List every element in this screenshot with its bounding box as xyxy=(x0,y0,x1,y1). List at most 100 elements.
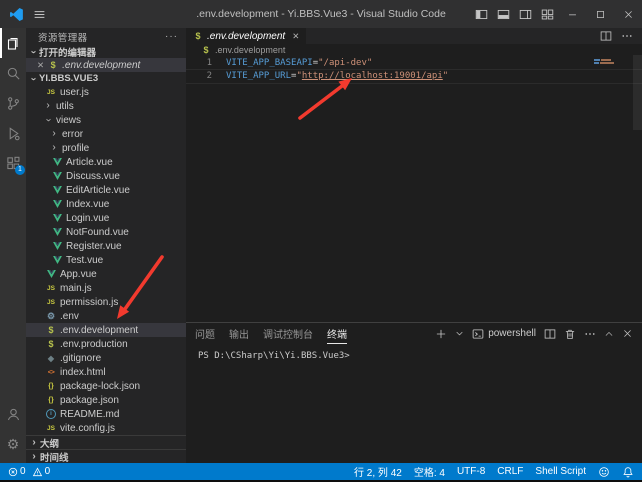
tree-item-article-vue[interactable]: Article.vue xyxy=(26,155,186,169)
env-file-icon: $ xyxy=(201,45,211,55)
tree-item-env[interactable]: ⚙.env xyxy=(26,309,186,323)
project-root-header[interactable]: › YI.BBS.VUE3 xyxy=(26,72,186,85)
feedback-icon xyxy=(598,466,610,478)
code-line-2[interactable]: 2VITE_APP_URL="http://localhost:19001/ap… xyxy=(186,70,642,83)
status-item-4[interactable]: 空格: 4 xyxy=(414,464,445,479)
tree-item-editarticle-vue[interactable]: EditArticle.vue xyxy=(26,183,186,197)
problems-status[interactable]: 0 0 xyxy=(8,466,50,477)
window-control-minimize-icon[interactable] xyxy=(558,0,586,28)
vue-file-icon xyxy=(52,228,62,236)
activity-item-account[interactable] xyxy=(0,399,26,429)
editor-scrollbar[interactable] xyxy=(633,55,642,130)
split-terminal-icon[interactable] xyxy=(544,328,556,340)
chevron-collapsed-icon: › xyxy=(30,452,38,462)
tree-item-register-vue[interactable]: Register.vue xyxy=(26,239,186,253)
activity-item-files[interactable] xyxy=(0,28,26,58)
file-label: user.js xyxy=(60,87,89,98)
tree-item-index-html[interactable]: <> index.html xyxy=(26,365,186,379)
tree-item-discuss-vue[interactable]: Discuss.vue xyxy=(26,169,186,183)
vscode-logo-icon xyxy=(9,7,24,22)
file-label: views xyxy=(56,115,81,126)
tree-item-index-vue[interactable]: Index.vue xyxy=(26,197,186,211)
close-icon[interactable] xyxy=(622,328,633,339)
dollar-file-icon: $ xyxy=(46,325,56,335)
code-line-1[interactable]: 1VITE_APP_BASEAPI="/api-dev" xyxy=(186,57,642,70)
tree-item-notfound-vue[interactable]: NotFound.vue xyxy=(26,225,186,239)
add-terminal-icon[interactable] xyxy=(435,328,447,340)
close-icon[interactable]: ✕ xyxy=(37,60,44,71)
activity-item-settings-gear[interactable]: ⚙ xyxy=(0,429,26,459)
tree-item-vite-config-js[interactable]: JSvite.config.js xyxy=(26,421,186,435)
status-feedback-icon[interactable] xyxy=(598,466,610,478)
tree-item-profile[interactable]: ›profile xyxy=(26,141,186,155)
tree-item-app-vue[interactable]: App.vue xyxy=(26,267,186,281)
tree-item-error[interactable]: ›error xyxy=(26,127,186,141)
tab-close-icon[interactable]: ✕ xyxy=(292,31,299,42)
tree-item-permission-js[interactable]: JSpermission.js xyxy=(26,295,186,309)
html-file-icon: <> xyxy=(46,369,56,376)
menu-icon[interactable] xyxy=(33,8,46,21)
sidebar-section-timeline[interactable]: › 时间线 xyxy=(26,449,186,463)
url-link[interactable]: http://localhost:19001/api xyxy=(302,70,443,83)
status-item-utf-8[interactable]: UTF-8 xyxy=(457,466,485,477)
window-control-layout-panel-icon[interactable] xyxy=(492,0,514,28)
tree-item-login-vue[interactable]: Login.vue xyxy=(26,211,186,225)
file-label: vite.config.js xyxy=(60,423,115,434)
window-control-layout-sidebar-icon[interactable] xyxy=(470,0,492,28)
status-bell-icon[interactable] xyxy=(622,466,634,478)
sidebar-more-actions[interactable]: ··· xyxy=(165,31,178,42)
terminal-view[interactable]: PS D:\CSharp\Yi\Yi.BBS.Vue3> xyxy=(186,344,642,463)
tree-item-user-js[interactable]: JSuser.js xyxy=(26,85,186,99)
chevron-down-icon[interactable] xyxy=(455,329,464,338)
status-item-2-42[interactable]: 行 2, 列 42 xyxy=(354,464,402,479)
vue-file-icon xyxy=(52,200,62,208)
terminal-shell-selector[interactable]: powershell xyxy=(472,328,536,340)
window-control-customize-layout-icon[interactable] xyxy=(536,0,558,28)
tree-item-env-development[interactable]: $.env.development xyxy=(26,323,186,337)
title-bar: .env.development - Yi.BBS.Vue3 - Visual … xyxy=(0,0,642,28)
activity-item-search[interactable] xyxy=(0,58,26,88)
window-control-maximize-icon[interactable] xyxy=(586,0,614,28)
settings-gear-icon: ⚙ xyxy=(7,437,20,451)
window-control-close-icon[interactable] xyxy=(614,0,642,28)
open-editors-header[interactable]: › 打开的编辑器 xyxy=(26,45,186,58)
file-label: NotFound.vue xyxy=(66,227,129,238)
open-editor-item[interactable]: ✕ $ .env.development xyxy=(26,58,186,72)
panel-tab-[interactable]: 调试控制台 xyxy=(263,323,313,344)
terminal-prompt: PS D:\CSharp\Yi\Yi.BBS.Vue3> xyxy=(198,351,350,361)
code-editor[interactable]: 1VITE_APP_BASEAPI="/api-dev" 2VITE_APP_U… xyxy=(186,55,642,322)
file-label: Register.vue xyxy=(66,241,122,252)
status-item-crlf[interactable]: CRLF xyxy=(497,466,523,477)
trash-icon[interactable] xyxy=(564,328,576,340)
tree-item-utils[interactable]: ›utils xyxy=(26,99,186,113)
activity-item-run-debug[interactable] xyxy=(0,118,26,148)
tree-item-views[interactable]: ›views xyxy=(26,113,186,127)
window-control-layout-sidebar-right-icon[interactable] xyxy=(514,0,536,28)
split-editor-icon[interactable] xyxy=(600,30,612,42)
chevron-up-icon[interactable] xyxy=(604,329,614,339)
minimize-icon xyxy=(567,9,578,20)
ellipsis-icon[interactable] xyxy=(621,30,633,42)
ellipsis-icon[interactable] xyxy=(584,328,596,340)
tree-item-main-js[interactable]: JSmain.js xyxy=(26,281,186,295)
minimap[interactable] xyxy=(594,59,628,65)
tab-env-development[interactable]: $ .env.development ✕ xyxy=(186,28,306,44)
panel-tab-[interactable]: 终端 xyxy=(327,323,347,344)
status-item-shell-script[interactable]: Shell Script xyxy=(535,466,586,477)
tree-item-gitignore[interactable]: ◆.gitignore xyxy=(26,351,186,365)
chevron-collapsed-icon: › xyxy=(30,438,38,448)
panel-tab-[interactable]: 问题 xyxy=(195,323,215,344)
activity-item-extensions[interactable]: 1 xyxy=(0,148,26,178)
chevron-expanded-icon: › xyxy=(28,48,38,56)
tree-item-package-json[interactable]: {}package.json xyxy=(26,393,186,407)
activity-item-source-control[interactable] xyxy=(0,88,26,118)
tree-item-test-vue[interactable]: Test.vue xyxy=(26,253,186,267)
panel-tab-[interactable]: 输出 xyxy=(229,323,249,344)
tree-item-env-production[interactable]: $.env.production xyxy=(26,337,186,351)
sidebar-section-outline[interactable]: › 大纲 xyxy=(26,435,186,449)
tree-item-package-lock-json[interactable]: {}package-lock.json xyxy=(26,379,186,393)
breadcrumb[interactable]: $ .env.development xyxy=(186,44,642,55)
tree-item-readme-md[interactable]: iREADME.md xyxy=(26,407,186,421)
file-label: Index.vue xyxy=(66,199,109,210)
file-label: index.html xyxy=(60,367,106,378)
